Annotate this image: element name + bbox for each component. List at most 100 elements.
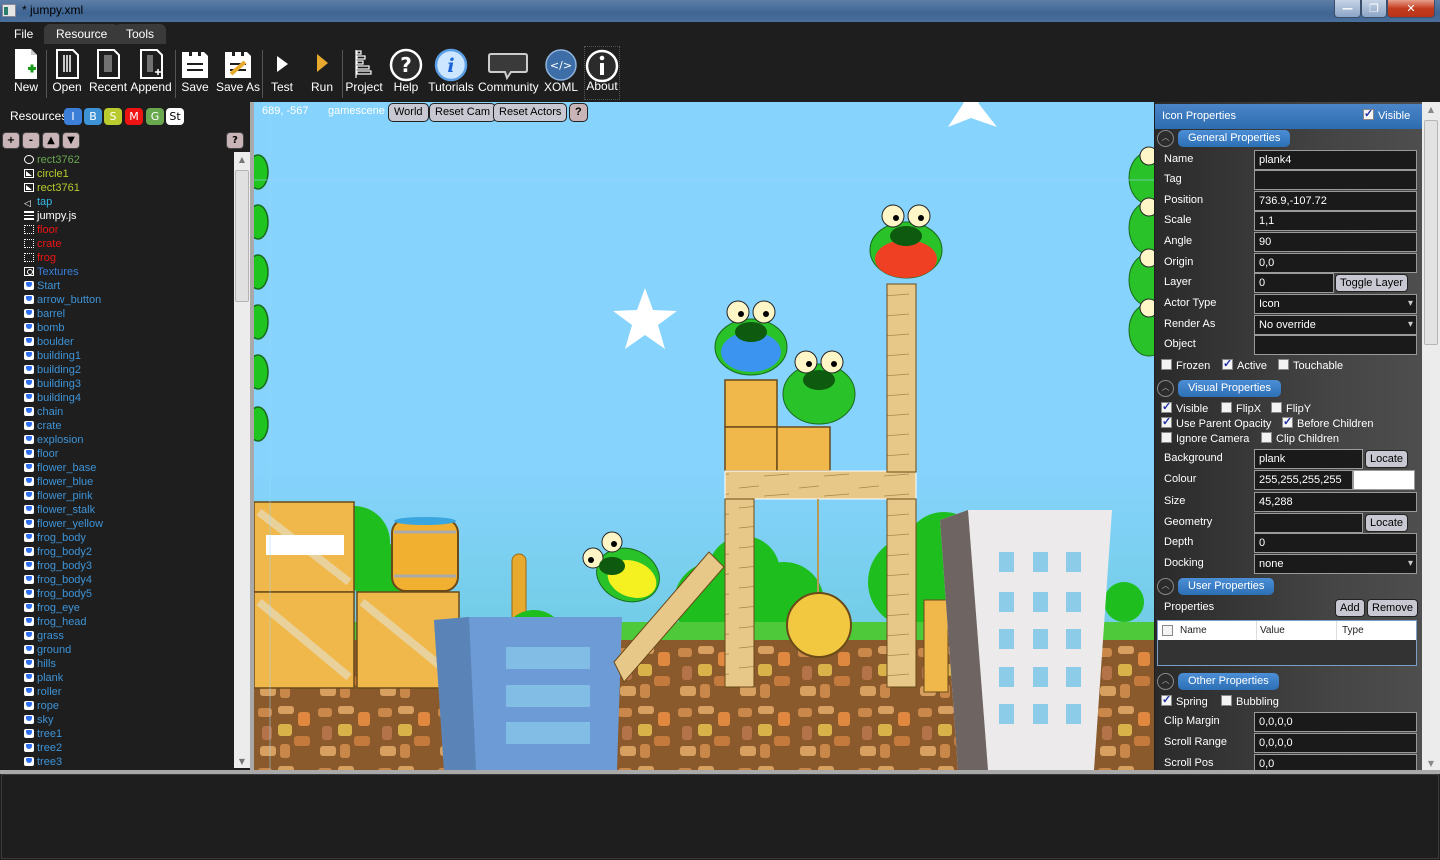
column-name[interactable]: Name (1180, 625, 1207, 636)
resource-item[interactable]: flower_stalk (24, 503, 95, 517)
help-button[interactable]: ? Help (388, 46, 424, 100)
resource-item[interactable]: crate (24, 237, 61, 251)
resource-item[interactable]: building2 (24, 363, 81, 377)
clip-margin-field[interactable]: 0,0,0,0 (1254, 712, 1417, 732)
filter-button-st[interactable]: St (166, 108, 184, 125)
resource-item[interactable]: rect3761 (24, 181, 80, 195)
maximize-button[interactable]: ❐ (1361, 0, 1387, 18)
column-value[interactable]: Value (1260, 625, 1285, 636)
resource-item[interactable]: flower_base (24, 461, 96, 475)
docking-select[interactable]: none (1254, 554, 1417, 574)
resource-item[interactable]: hills (24, 657, 56, 671)
resource-item[interactable]: building4 (24, 391, 81, 405)
resource-item[interactable]: building1 (24, 349, 81, 363)
resource-item[interactable]: crate (24, 419, 61, 433)
save-button[interactable]: Save (178, 46, 212, 100)
resource-item[interactable]: sky (24, 713, 54, 727)
layer-field[interactable]: 0 (1254, 273, 1334, 293)
resource-item[interactable]: arrow_button (24, 293, 101, 307)
resource-item[interactable]: rope (24, 699, 59, 713)
resource-item[interactable]: barrel (24, 307, 65, 321)
move-down-button[interactable]: ▼ (62, 132, 80, 149)
geometry-field[interactable] (1254, 513, 1363, 533)
resource-item[interactable]: grass (24, 629, 64, 643)
visual-visible-checkbox[interactable]: Visible (1161, 400, 1208, 415)
resource-item[interactable]: frog_body3 (24, 559, 92, 573)
append-button[interactable]: Append (129, 46, 173, 100)
xoml-button[interactable]: </> XOML (542, 46, 580, 100)
resource-item[interactable]: building3 (24, 377, 81, 391)
clip-children-checkbox[interactable]: Clip Children (1261, 432, 1339, 445)
active-checkbox[interactable]: Active (1222, 357, 1267, 372)
visual-properties-header[interactable]: Visual Properties (1178, 380, 1281, 397)
scrollbar-thumb[interactable] (1424, 120, 1438, 345)
menu-tab-file[interactable]: File (2, 24, 45, 44)
user-properties-table[interactable]: Name Value Type (1157, 620, 1417, 666)
move-up-button[interactable]: ▲ (42, 132, 60, 149)
flipx-checkbox[interactable]: FlipX (1221, 402, 1261, 415)
render-as-select[interactable]: No override (1254, 315, 1417, 335)
resource-item[interactable]: frog_body5 (24, 587, 92, 601)
name-field[interactable]: plank4 (1254, 150, 1417, 170)
resource-item[interactable]: Textures (24, 265, 79, 279)
scene-viewport[interactable]: 689, -567 gamescene World Reset Cam Rese… (254, 102, 1154, 770)
resource-item[interactable]: explosion (24, 433, 83, 447)
add-property-button[interactable]: Add (1335, 599, 1365, 617)
scroll-range-field[interactable]: 0,0,0,0 (1254, 733, 1417, 753)
origin-field[interactable]: 0,0 (1254, 253, 1417, 273)
recent-button[interactable]: Recent (89, 46, 127, 100)
run-button[interactable]: Run (306, 46, 338, 100)
plank4-selected[interactable] (886, 283, 917, 473)
resource-item[interactable]: frog_body2 (24, 545, 92, 559)
other-properties-header[interactable]: Other Properties (1178, 673, 1279, 690)
scroll-up-arrow[interactable]: ▲ (234, 155, 250, 164)
resource-item[interactable]: jumpy.js (24, 209, 77, 223)
resource-item[interactable]: flower_yellow (24, 517, 103, 531)
close-button[interactable]: ✕ (1387, 0, 1435, 18)
tag-field[interactable] (1254, 170, 1417, 190)
resource-item[interactable]: tree2 (24, 741, 62, 755)
tutorials-button[interactable]: i Tutorials (428, 46, 474, 100)
resource-item[interactable]: rect3762 (24, 153, 80, 167)
size-field[interactable]: 45,288 (1254, 492, 1417, 512)
background-field[interactable]: plank (1254, 449, 1363, 469)
scroll-down-arrow[interactable]: ▼ (234, 757, 250, 766)
reset-actors-button[interactable]: Reset Actors (493, 103, 568, 122)
collapse-icon[interactable]: ︿ (1157, 578, 1174, 595)
select-all-checkbox[interactable] (1162, 625, 1173, 636)
before-children-checkbox[interactable]: Before Children (1282, 415, 1373, 430)
visible-toggle[interactable]: Visible (1363, 107, 1410, 122)
resource-item[interactable]: flower_pink (24, 489, 93, 503)
add-resource-button[interactable]: + (2, 132, 20, 149)
filter-button-s[interactable]: S (104, 108, 122, 125)
properties-scrollbar[interactable]: ▲ ▼ (1422, 102, 1440, 770)
project-button[interactable]: Project (344, 46, 384, 100)
toggle-layer-button[interactable]: Toggle Layer (1335, 274, 1408, 292)
minimize-button[interactable]: — (1334, 0, 1361, 18)
reset-cam-button[interactable]: Reset Cam (429, 103, 497, 122)
resource-item[interactable]: tree3 (24, 755, 62, 768)
colour-field[interactable]: 255,255,255,255 (1254, 470, 1353, 490)
scroll-up-arrow[interactable]: ▲ (1422, 105, 1440, 114)
resource-item[interactable]: ◁ tap (24, 195, 52, 209)
remove-property-button[interactable]: Remove (1367, 599, 1418, 617)
save-as-button[interactable]: Save As (216, 46, 260, 100)
use-parent-opacity-checkbox[interactable]: Use Parent Opacity (1161, 415, 1271, 430)
resource-item[interactable]: floor (24, 447, 58, 461)
filter-button-b[interactable]: B (84, 108, 102, 125)
resource-item[interactable]: frog_body (24, 531, 86, 545)
resource-item[interactable]: chain (24, 405, 63, 419)
collapse-icon[interactable]: ︿ (1157, 130, 1174, 147)
resource-item[interactable]: ground (24, 643, 71, 657)
resource-item[interactable]: frog_head (24, 615, 87, 629)
resource-item[interactable]: Start (24, 279, 60, 293)
open-button[interactable]: Open (50, 46, 84, 100)
filter-button-i[interactable]: I (64, 108, 82, 125)
spring-checkbox[interactable]: Spring (1161, 693, 1208, 708)
resource-item[interactable]: bomb (24, 321, 65, 335)
angle-field[interactable]: 90 (1254, 232, 1417, 252)
resources-help-button[interactable]: ? (226, 132, 244, 149)
community-button[interactable]: Community (478, 46, 539, 100)
scale-field[interactable]: 1,1 (1254, 211, 1417, 231)
scroll-pos-field[interactable]: 0,0 (1254, 754, 1417, 770)
